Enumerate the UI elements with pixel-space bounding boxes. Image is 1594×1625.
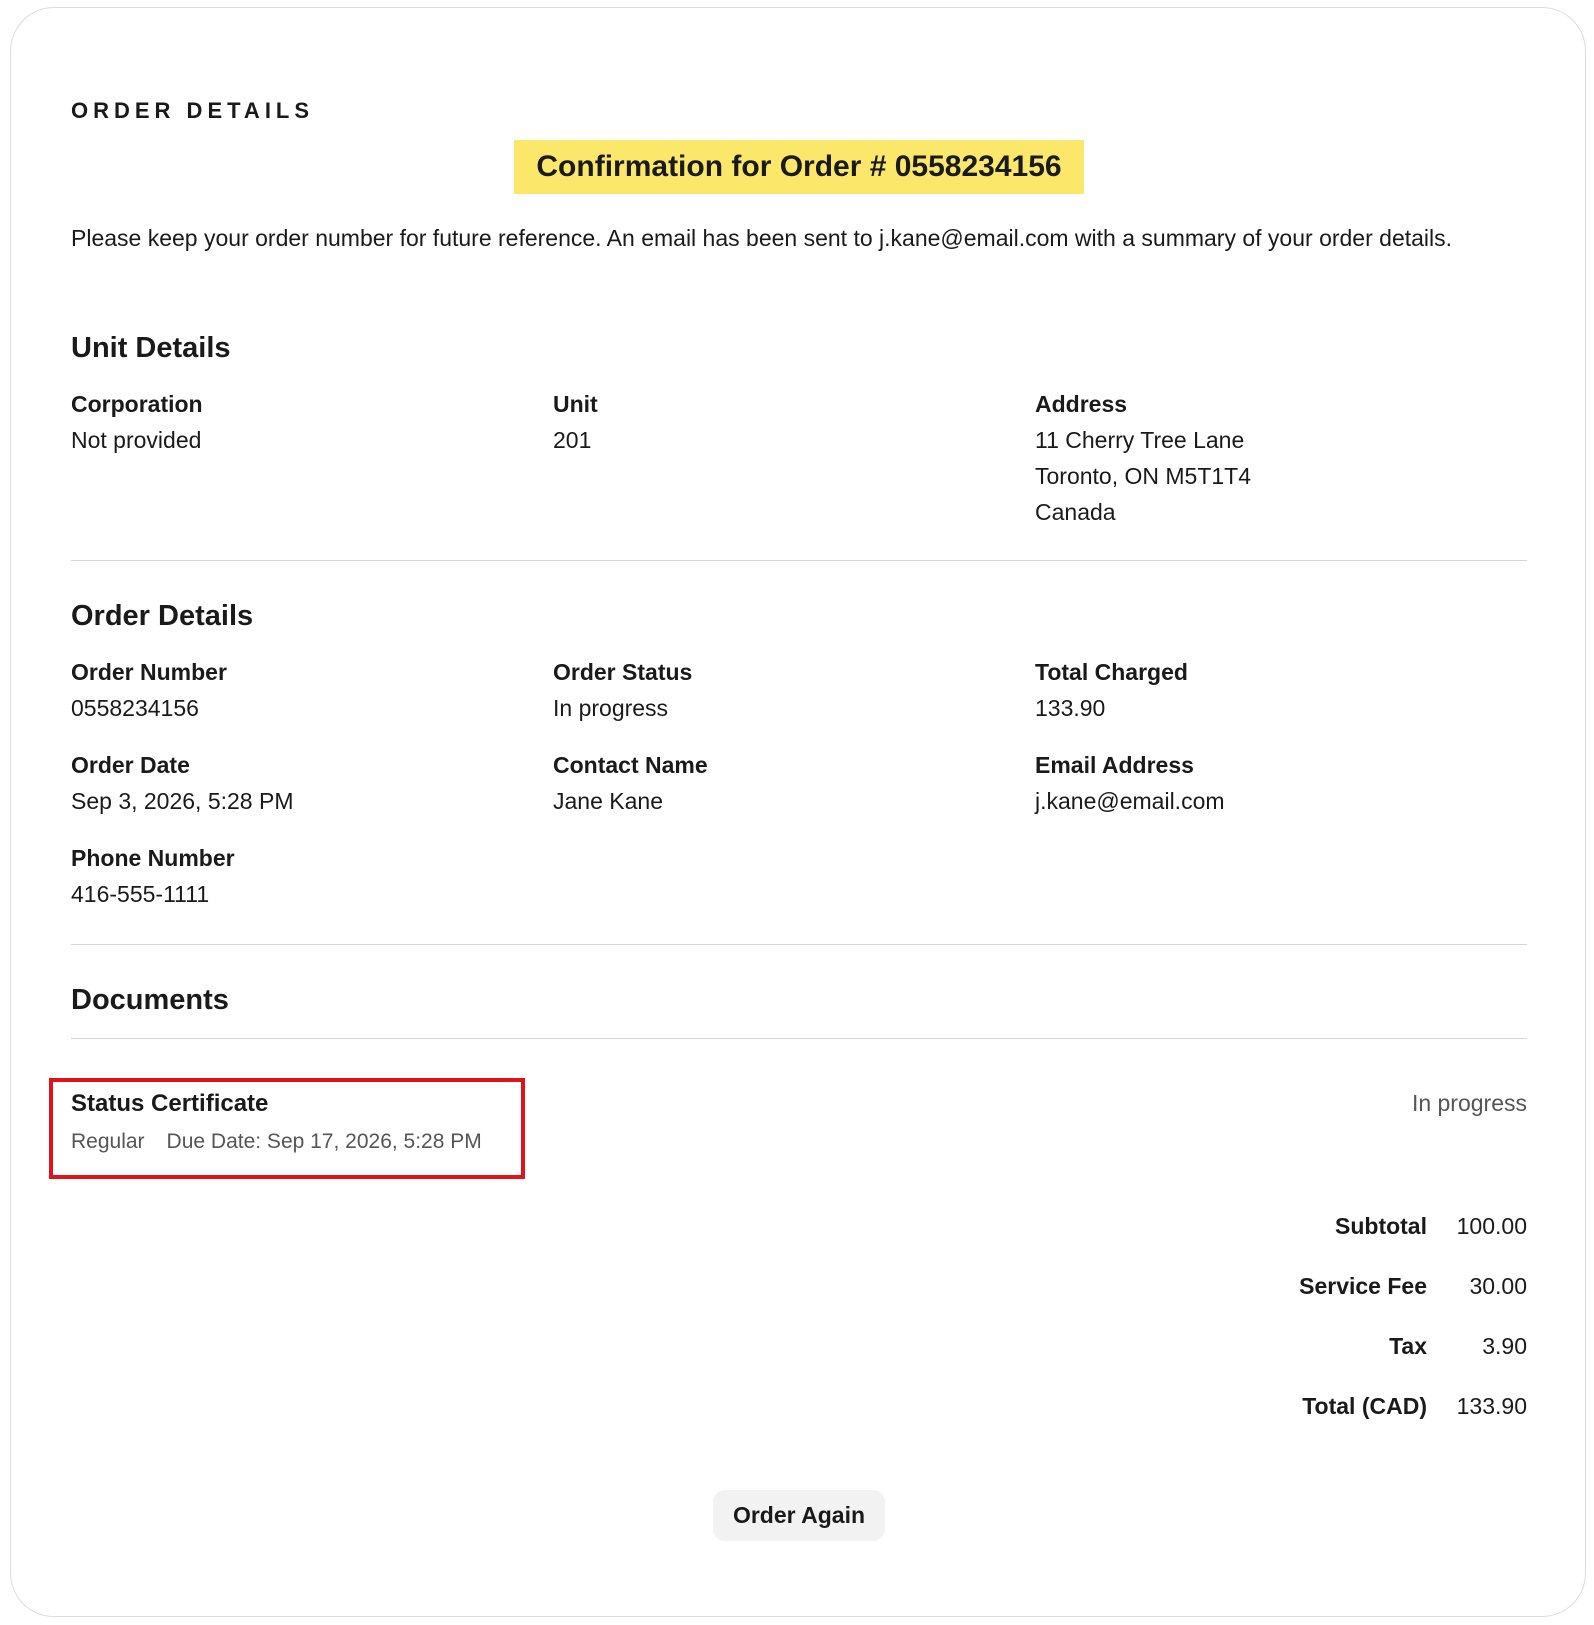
divider (71, 944, 1527, 945)
address-line2: Toronto, ON M5T1T4 (1035, 463, 1252, 489)
order-status-label: Order Status (553, 659, 693, 685)
order-number-value: 0558234156 (71, 695, 199, 721)
phone-label: Phone Number (71, 845, 235, 871)
address-line3: Canada (1035, 499, 1116, 525)
divider (71, 1038, 1527, 1039)
service-fee-label: Service Fee (1299, 1273, 1427, 1299)
order-number-field: Order Number 0558234156 (71, 654, 551, 726)
contact-name-label: Contact Name (553, 752, 708, 778)
email-label: Email Address (1035, 752, 1194, 778)
email-field: Email Address j.kane@email.com (1035, 747, 1515, 819)
order-number-label: Order Number (71, 659, 227, 685)
phone-value: 416-555-1111 (71, 881, 210, 907)
totals-summary: Subtotal 100.00 Service Fee 30.00 Tax 3.… (1027, 1213, 1527, 1453)
order-date-label: Order Date (71, 752, 190, 778)
address-line1: 11 Cherry Tree Lane (1035, 427, 1245, 453)
order-status-field: Order Status In progress (553, 654, 1033, 726)
unit-label: Unit (553, 391, 598, 417)
corporation-field: Corporation Not provided (71, 386, 551, 458)
tax-label: Tax (1389, 1333, 1427, 1359)
order-date-value: Sep 3, 2026, 5:28 PM (71, 788, 294, 814)
page-kicker: ORDER DETAILS (71, 98, 315, 123)
divider (71, 560, 1527, 561)
order-status-value: In progress (553, 695, 669, 721)
contact-name-value: Jane Kane (553, 788, 663, 814)
confirmation-banner: Confirmation for Order # 0558234156 (514, 140, 1084, 194)
confirmation-banner-wrap: Confirmation for Order # 0558234156 (71, 140, 1527, 194)
total-row: Total (CAD) 133.90 (1027, 1393, 1527, 1453)
phone-field: Phone Number 416-555-1111 (71, 840, 551, 912)
total-charged-label: Total Charged (1035, 659, 1188, 685)
document-status: In progress (1411, 1090, 1527, 1116)
documents-title: Documents (71, 984, 229, 1016)
corporation-label: Corporation (71, 391, 203, 417)
tax-row: Tax 3.90 (1027, 1333, 1527, 1393)
service-fee-row: Service Fee 30.00 (1027, 1273, 1527, 1333)
contact-name-field: Contact Name Jane Kane (553, 747, 1033, 819)
document-name: Status Certificate (71, 1090, 269, 1117)
subtotal-value: 100.00 (1456, 1213, 1527, 1239)
order-details-title: Order Details (71, 600, 254, 632)
total-charged-value: 133.90 (1035, 695, 1106, 721)
total-value: 133.90 (1456, 1393, 1527, 1419)
subtotal-row: Subtotal 100.00 (1027, 1213, 1527, 1273)
unit-value: 201 (553, 427, 592, 453)
order-again-button[interactable]: Order Again (712, 1490, 886, 1541)
actions: Order Again (71, 1490, 1527, 1541)
corporation-value: Not provided (71, 427, 202, 453)
address-label: Address (1035, 391, 1128, 417)
subtotal-label: Subtotal (1335, 1213, 1427, 1239)
order-date-field: Order Date Sep 3, 2026, 5:28 PM (71, 747, 551, 819)
document-due-date: Due Date: Sep 17, 2026, 5:28 PM (166, 1130, 482, 1153)
address-field: Address 11 Cherry Tree Lane Toronto, ON … (1035, 386, 1515, 530)
service-fee-value: 30.00 (1469, 1273, 1527, 1299)
unit-details-title: Unit Details (71, 332, 231, 364)
order-confirmation-card: ORDER DETAILS Confirmation for Order # 0… (10, 7, 1586, 1617)
unit-field: Unit 201 (553, 386, 1033, 458)
tax-value: 3.90 (1482, 1333, 1527, 1359)
total-charged-field: Total Charged 133.90 (1035, 654, 1515, 726)
intro-text: Please keep your order number for future… (71, 225, 1453, 251)
document-meta: Regular Due Date: Sep 17, 2026, 5:28 PM (71, 1130, 504, 1154)
total-label: Total (CAD) (1302, 1393, 1427, 1419)
email-value: j.kane@email.com (1035, 788, 1225, 814)
document-type: Regular (71, 1130, 145, 1153)
